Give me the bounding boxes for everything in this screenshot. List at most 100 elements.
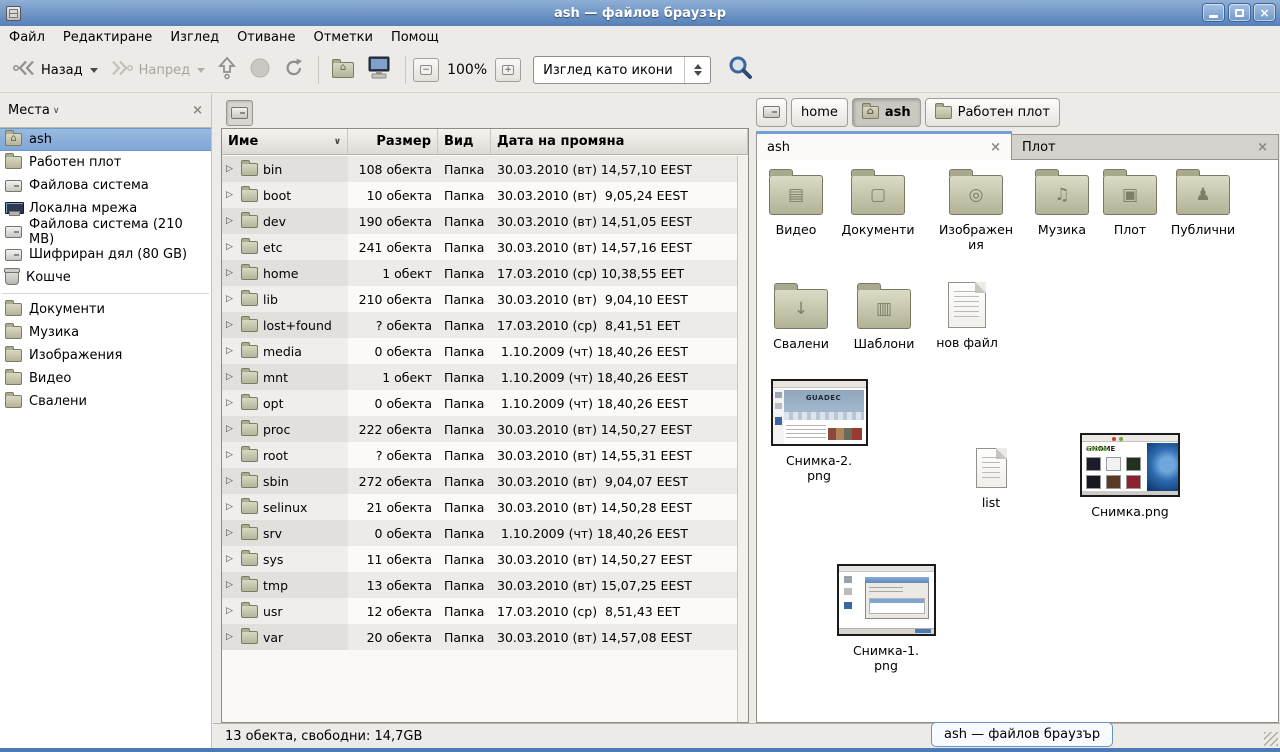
expander-icon[interactable]: ▷ <box>226 216 236 226</box>
folder-item-video[interactable]: ▤ Видео <box>751 168 841 237</box>
column-header-name[interactable]: Име ∨ <box>222 129 348 154</box>
file-row[interactable]: ▷ usr 12 обекта Папка 17.03.2010 (ср) 8,… <box>222 598 737 624</box>
file-name: tmp <box>263 578 288 593</box>
file-row[interactable]: ▷ lost+found ? обекта Папка 17.03.2010 (… <box>222 312 737 338</box>
sidebar-place-item[interactable]: Файлова система <box>0 174 211 197</box>
sidebar-place-item[interactable]: Файлова система (210 MB) <box>0 220 211 243</box>
expander-icon[interactable]: ▷ <box>226 320 236 330</box>
sidebar-place-item[interactable]: ash <box>0 128 211 151</box>
reload-button[interactable] <box>277 53 311 87</box>
breadcrumb-home-button[interactable]: home <box>791 98 848 127</box>
folder-item-downloads[interactable]: ↓ Свалени <box>756 282 846 351</box>
zoom-out-button[interactable]: − <box>413 58 439 82</box>
file-row[interactable]: ▷ root ? обекта Папка 30.03.2010 (вт) 14… <box>222 442 737 468</box>
sidebar-place-item[interactable]: Изображения <box>0 344 211 367</box>
expander-icon[interactable]: ▷ <box>226 554 236 564</box>
expander-icon[interactable]: ▷ <box>226 528 236 538</box>
file-row[interactable]: ▷ srv 0 обекта Папка 1.10.2009 (чт) 18,4… <box>222 520 737 546</box>
file-row[interactable]: ▷ mnt 1 обект Папка 1.10.2009 (чт) 18,40… <box>222 364 737 390</box>
forward-button[interactable]: Напред <box>104 55 211 85</box>
reload-icon <box>283 57 305 83</box>
tab-close-icon[interactable]: × <box>990 140 1001 155</box>
sidebar-place-item[interactable]: Шифриран дял (80 GB) <box>0 243 211 266</box>
breadcrumb-desktop-button[interactable]: Работен плот <box>925 98 1060 127</box>
sidebar-place-item[interactable]: Кошче <box>0 266 211 289</box>
back-button[interactable]: Назад <box>6 55 104 85</box>
file-row[interactable]: ▷ media 0 обекта Папка 1.10.2009 (чт) 18… <box>222 338 737 364</box>
place-icon <box>5 156 22 169</box>
menu-go[interactable]: Отиване <box>228 28 304 47</box>
expander-icon[interactable]: ▷ <box>226 580 236 590</box>
maximize-button[interactable] <box>1228 3 1251 22</box>
expander-icon[interactable]: ▷ <box>226 346 236 356</box>
expander-icon[interactable]: ▷ <box>226 372 236 382</box>
folder-item-documents[interactable]: ▢ Документи <box>833 168 923 237</box>
file-row[interactable]: ▷ home 1 обект Папка 17.03.2010 (ср) 10,… <box>222 260 737 286</box>
view-mode-combo[interactable]: Изглед като икони <box>533 56 711 84</box>
breadcrumb-root-button[interactable] <box>756 98 787 127</box>
file-row[interactable]: ▷ etc 241 обекта Папка 30.03.2010 (вт) 1… <box>222 234 737 260</box>
file-item-snimka1[interactable]: Снимка-1.png <box>836 564 936 673</box>
file-row[interactable]: ▷ opt 0 обекта Папка 1.10.2009 (чт) 18,4… <box>222 390 737 416</box>
file-item-list[interactable]: list <box>946 446 1036 510</box>
file-row[interactable]: ▷ tmp 13 обекта Папка 30.03.2010 (вт) 15… <box>222 572 737 598</box>
expander-icon[interactable]: ▷ <box>226 606 236 616</box>
file-row[interactable]: ▷ var 20 обекта Папка 30.03.2010 (вт) 14… <box>222 624 737 650</box>
expander-icon[interactable]: ▷ <box>226 294 236 304</box>
breadcrumb-ash-button[interactable]: ash <box>852 98 921 127</box>
file-item-new-file[interactable]: нов файл <box>922 280 1012 350</box>
tab-ash[interactable]: ash × <box>756 131 1012 160</box>
list-scrollbar[interactable] <box>737 156 748 722</box>
column-header-date[interactable]: Дата на промяна <box>491 129 748 154</box>
sidebar-close-button[interactable]: × <box>192 103 203 118</box>
menu-view[interactable]: Изглед <box>161 28 228 47</box>
file-row[interactable]: ▷ proc 222 обекта Папка 30.03.2010 (вт) … <box>222 416 737 442</box>
expander-icon[interactable]: ▷ <box>226 424 236 434</box>
up-button[interactable] <box>211 52 243 88</box>
file-row[interactable]: ▷ sbin 272 обекта Папка 30.03.2010 (вт) … <box>222 468 737 494</box>
minimize-button[interactable] <box>1202 3 1225 22</box>
file-item-snimka[interactable]: GNOME Store Снимка.png <box>1079 433 1181 519</box>
sidebar-place-item[interactable]: Свалени <box>0 390 211 413</box>
zoom-in-button[interactable]: + <box>495 58 521 82</box>
home-button[interactable] <box>326 58 360 82</box>
folder-item-templates[interactable]: ▥ Шаблони <box>839 282 929 351</box>
file-row[interactable]: ▷ sys 11 обекта Папка 30.03.2010 (вт) 14… <box>222 546 737 572</box>
column-header-type[interactable]: Вид <box>438 129 491 154</box>
sidebar-place-item[interactable]: Работен плот <box>0 151 211 174</box>
file-row[interactable]: ▷ lib 210 обекта Папка 30.03.2010 (вт) 9… <box>222 286 737 312</box>
file-item-snimka2[interactable]: GUADEC Снимка-2.png <box>770 379 868 483</box>
expander-icon[interactable]: ▷ <box>226 632 236 642</box>
computer-button[interactable] <box>360 52 398 88</box>
expander-icon[interactable]: ▷ <box>226 476 236 486</box>
menu-file[interactable]: Файл <box>0 28 54 47</box>
resize-grip[interactable] <box>1264 732 1278 746</box>
file-row[interactable]: ▷ boot 10 обекта Папка 30.03.2010 (вт) 9… <box>222 182 737 208</box>
expander-icon[interactable]: ▷ <box>226 242 236 252</box>
menu-help[interactable]: Помощ <box>382 28 448 47</box>
search-button[interactable] <box>725 53 755 87</box>
sidebar-place-item[interactable]: Музика <box>0 321 211 344</box>
sidebar-place-item[interactable]: Видео <box>0 367 211 390</box>
folder-item-public[interactable]: ♟ Публични <box>1158 168 1248 237</box>
expander-icon[interactable]: ▷ <box>226 190 236 200</box>
expander-icon[interactable]: ▷ <box>226 398 236 408</box>
pane-root-location-button[interactable] <box>226 100 253 126</box>
expander-icon[interactable]: ▷ <box>226 164 236 174</box>
folder-item-pictures[interactable]: ◎ Изображения <box>931 168 1021 252</box>
expander-icon[interactable]: ▷ <box>226 502 236 512</box>
tab-close-icon[interactable]: × <box>1257 140 1268 155</box>
stop-button[interactable] <box>243 53 277 87</box>
sidebar-mode-select[interactable]: Места ∨ <box>8 103 60 118</box>
tab-plot[interactable]: Плот × <box>1012 134 1279 160</box>
expander-icon[interactable]: ▷ <box>226 268 236 278</box>
menu-bookmarks[interactable]: Отметки <box>304 28 381 47</box>
column-header-size[interactable]: Размер <box>348 129 438 154</box>
file-row[interactable]: ▷ dev 190 обекта Папка 30.03.2010 (вт) 1… <box>222 208 737 234</box>
file-row[interactable]: ▷ selinux 21 обекта Папка 30.03.2010 (вт… <box>222 494 737 520</box>
expander-icon[interactable]: ▷ <box>226 450 236 460</box>
sidebar-place-item[interactable]: Документи <box>0 298 211 321</box>
menu-edit[interactable]: Редактиране <box>54 28 161 47</box>
file-row[interactable]: ▷ bin 108 обекта Папка 30.03.2010 (вт) 1… <box>222 156 737 182</box>
close-button[interactable]: × <box>1253 3 1276 22</box>
